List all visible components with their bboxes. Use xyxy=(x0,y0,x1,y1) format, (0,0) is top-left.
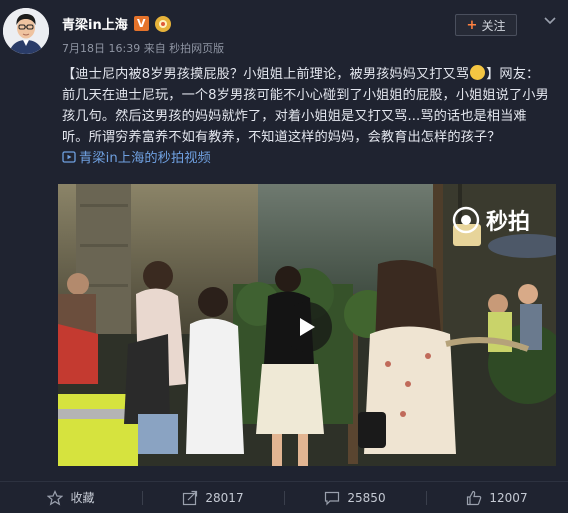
medal-icon xyxy=(154,15,171,32)
emoji-icon xyxy=(470,65,486,80)
post-text-part-1: 【迪士尼内被8岁男孩摸屁股？小姐姐上前理论，被男孩妈妈又打又骂 xyxy=(62,67,470,82)
author-row: 青梁in上海 V xyxy=(62,14,171,33)
follow-label: 关注 xyxy=(481,18,506,33)
favorite-button[interactable]: 收藏 xyxy=(0,482,142,513)
play-icon xyxy=(300,318,315,336)
post-meta: 7月18日 16:39 来自 秒拍网页版 xyxy=(62,42,225,55)
avatar-portrait xyxy=(3,8,49,54)
star-icon xyxy=(47,489,64,505)
watermark-label: 秒拍 xyxy=(486,210,531,235)
favorite-label: 收藏 xyxy=(70,491,95,505)
video-watermark: 秒拍 xyxy=(452,204,530,236)
plus-icon: + xyxy=(466,17,478,33)
like-button[interactable]: 12007 xyxy=(426,482,568,513)
video-link[interactable]: 青梁in上海的秒拍视频 xyxy=(62,151,211,166)
chevron-down-icon[interactable] xyxy=(542,12,558,28)
weibo-post-card: 青梁in上海 V 7月18日 16:39 来自 秒拍网页版 + 关注 【迪士尼内… xyxy=(0,0,568,513)
comment-icon xyxy=(325,491,340,505)
video-link-label: 青梁in上海的秒拍视频 xyxy=(79,151,211,166)
share-button[interactable]: 28017 xyxy=(142,482,284,513)
camera-icon xyxy=(452,206,480,234)
verified-badge: V xyxy=(133,16,149,31)
avatar[interactable] xyxy=(3,8,49,54)
post-text: 【迪士尼内被8岁男孩摸屁股？小姐姐上前理论，被男孩妈妈又打又骂 】网友：前几天在迪… xyxy=(62,64,550,169)
video-link-icon xyxy=(62,151,76,163)
comment-button[interactable]: 25850 xyxy=(284,482,426,513)
play-button[interactable] xyxy=(282,302,332,352)
thumbs-up-icon xyxy=(467,490,482,505)
follow-button[interactable]: + 关注 xyxy=(455,14,517,36)
share-count: 28017 xyxy=(205,490,244,505)
share-icon xyxy=(183,490,198,505)
action-bar: 收藏 28017 25850 12007 xyxy=(0,482,568,513)
author-name[interactable]: 青梁in上海 xyxy=(62,14,128,33)
like-count: 12007 xyxy=(489,490,528,505)
comment-count: 25850 xyxy=(347,490,386,505)
